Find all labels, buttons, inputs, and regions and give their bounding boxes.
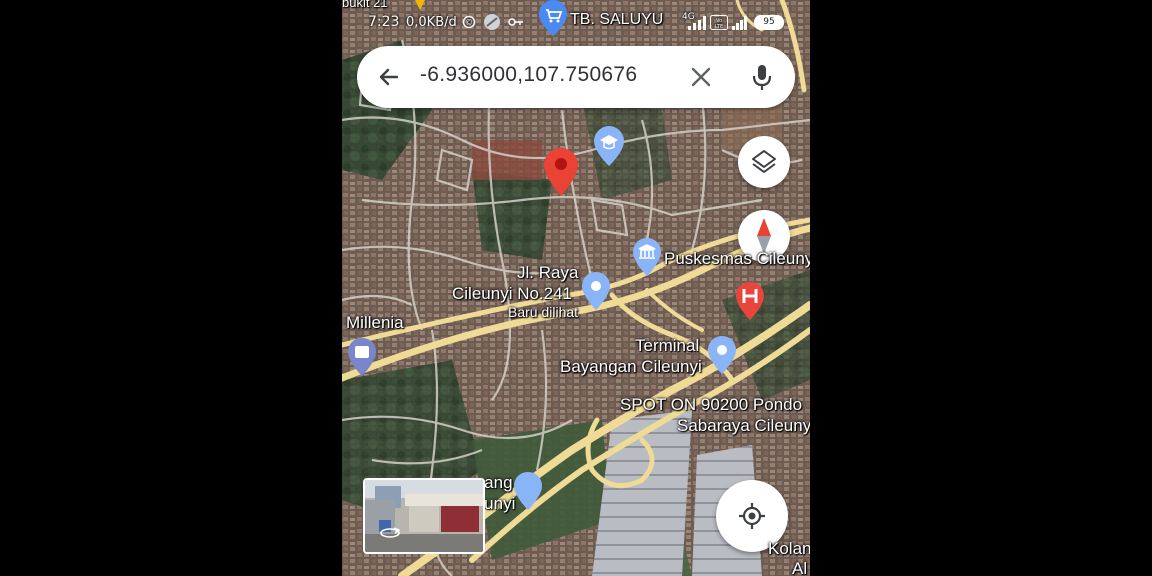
- street-view-image: [365, 480, 483, 552]
- mosque-poi-icon[interactable]: [514, 472, 542, 510]
- location-arrow-icon: [415, 0, 425, 10]
- svg-text:©: ©: [465, 18, 473, 27]
- terminal-label-line2[interactable]: Bayangan Cileunyi: [560, 357, 702, 377]
- status-time: 7:23: [368, 14, 400, 30]
- search-input[interactable]: -6.936000,107.750676: [420, 63, 637, 87]
- baru-dilihat-label: Baru dilihat: [508, 304, 579, 320]
- spot-on-label-line2[interactable]: Sabaraya Cileuny: [677, 416, 810, 436]
- svg-text:LTE: LTE: [715, 24, 723, 30]
- kolam-label-line2[interactable]: Al: [792, 559, 807, 576]
- terminal-label-line1[interactable]: Terminal: [635, 336, 699, 356]
- top-left-place-label: bukit 21: [342, 0, 388, 10]
- kolam-label-line1[interactable]: Kolan: [768, 539, 810, 559]
- tb-saluyu-label[interactable]: TB. SALUYU: [570, 11, 663, 29]
- hospital-poi-icon[interactable]: [736, 282, 764, 320]
- government-poi-icon[interactable]: [633, 238, 661, 276]
- arrow-left-icon[interactable]: [377, 65, 401, 89]
- street-view-thumbnail[interactable]: [363, 478, 485, 554]
- layers-button[interactable]: [738, 136, 790, 188]
- maps-screen: bukit 21 7:23 0,0KB/d © TB. SALUYU 4G Vo…: [342, 0, 810, 576]
- sync-icon: ©: [462, 15, 476, 29]
- school-poi-icon[interactable]: [594, 126, 624, 166]
- millenia-label[interactable]: Millenia: [346, 313, 404, 333]
- signal-icon: [688, 16, 706, 30]
- status-bar: bukit 21 7:23 0,0KB/d © TB. SALUYU 4G Vo…: [342, 0, 810, 36]
- vpn-key-icon: [508, 18, 523, 26]
- signal-icon-2: [732, 16, 747, 30]
- puskesmas-label[interactable]: Puskesmas Cileunyi: [664, 249, 810, 269]
- close-icon[interactable]: [690, 66, 712, 88]
- battery-indicator: 95: [754, 15, 784, 30]
- jl-raya-label-line2[interactable]: Cileunyi No.241: [452, 284, 572, 304]
- search-bar[interactable]: -6.936000,107.750676: [357, 46, 795, 108]
- my-location-icon: [739, 503, 765, 529]
- shopping-cart-poi-icon[interactable]: [539, 0, 567, 36]
- volte-icon: VoLTE: [710, 15, 728, 30]
- spot-on-label-line1[interactable]: SPOT ON 90200 Pondo: [620, 395, 802, 415]
- bus-poi-icon[interactable]: [348, 338, 376, 376]
- red-location-pin[interactable]: [544, 148, 578, 196]
- battery-level: 95: [763, 17, 775, 27]
- rotate-360-icon: [380, 527, 401, 538]
- app-icon: [484, 14, 500, 30]
- status-speed: 0,0KB/d: [406, 15, 457, 30]
- jl-raya-label-line1[interactable]: Jl. Raya: [517, 263, 578, 283]
- microphone-icon[interactable]: [752, 64, 772, 92]
- place-poi-icon[interactable]: [582, 272, 610, 310]
- layers-icon: [752, 150, 776, 173]
- terminal-poi-icon[interactable]: [708, 336, 736, 374]
